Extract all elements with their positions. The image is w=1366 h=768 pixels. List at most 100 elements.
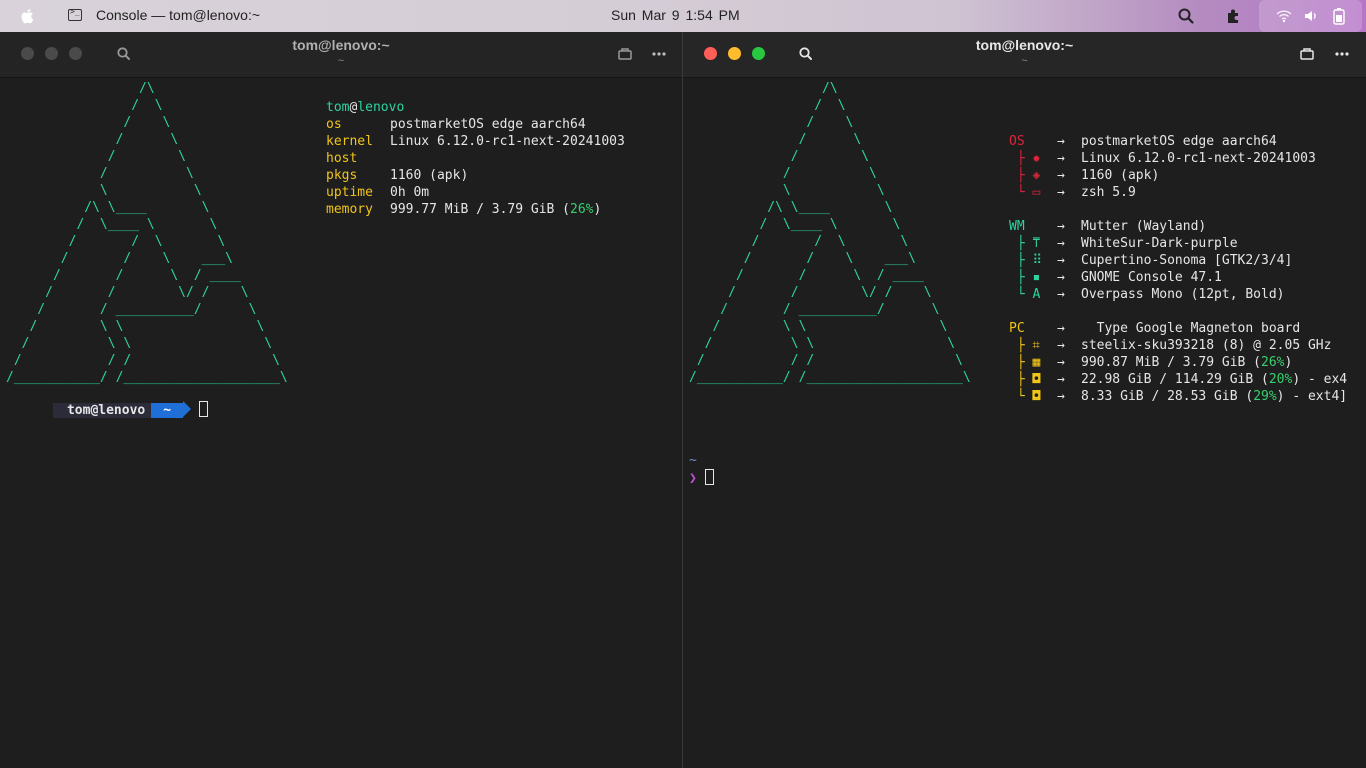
window-subtitle: ~ (337, 55, 345, 67)
fetch-row: ├ ⍑ → WhiteSur-Dark-purple (1009, 235, 1238, 252)
arrow-icon: → (1057, 389, 1065, 404)
arrow-icon: → (1057, 338, 1065, 353)
fetch-key: pkgs (326, 168, 358, 183)
fetch-tail: ) (1284, 355, 1293, 370)
clock[interactable]: Sun Mar 9 1:54 PM (611, 7, 740, 23)
fetch-row: ├ ▦ → 990.87 MiB / 3.79 GiB (26%) (1009, 354, 1293, 371)
fetch-row: └ ◘ → 8.33 GiB / 28.53 GiB (29%) - ext4] (1009, 388, 1347, 405)
fetch-row: ├ ◈ → 1160 (apk) (1009, 167, 1159, 184)
fetch-header: tom@lenovo (326, 100, 405, 115)
fetch-value: GNOME Console 47.1 (1081, 270, 1222, 285)
fetch-value: Mutter (Wayland) (1081, 219, 1207, 234)
row-icon: ◘ (1032, 389, 1041, 404)
fetch-row: kernel Linux 6.12.0-rc1-next-20241003 (326, 133, 625, 150)
fetch-value: Cupertino-Sonoma [GTK2/3/4] (1081, 253, 1293, 268)
section-label: PC (1009, 321, 1025, 336)
fetch-row: os postmarketOS edge aarch64 (326, 116, 586, 133)
new-tab-icon[interactable] (1299, 46, 1315, 62)
tree-branch-icon: ├ ⌗ (1009, 338, 1040, 353)
row-icon: ⠿ (1032, 253, 1043, 268)
prompt-path: ~ (689, 453, 697, 468)
menu-dots-icon[interactable] (1334, 46, 1350, 62)
prompt-user: tom@lenovo (52, 403, 152, 418)
row-icon: ◈ (1032, 168, 1041, 183)
cursor[interactable] (198, 401, 208, 417)
fetch-percent: 29% (1253, 389, 1277, 404)
fetch-key: memory (326, 202, 373, 217)
tree-branch-icon: └ ◘ (1009, 389, 1041, 404)
tree-branch-icon: ├ ◘ (1009, 372, 1041, 387)
window-header[interactable]: tom@lenovo:~ ~ (683, 32, 1366, 78)
apple-logo-icon[interactable] (20, 7, 36, 25)
arrow-icon: → (1057, 253, 1065, 268)
fetch-row: └ A → Overpass Mono (12pt, Bold) (1009, 286, 1285, 303)
menu-dots-icon[interactable] (651, 46, 667, 62)
system-tray[interactable] (1259, 0, 1362, 32)
row-icon: ✹ (1032, 151, 1041, 166)
battery-icon (1333, 8, 1345, 25)
arrow-icon: → (1057, 168, 1065, 183)
arrow-icon: → (1057, 236, 1065, 251)
fetch-value: 999.77 MiB / 3.79 GiB ( (390, 202, 571, 217)
window-header[interactable]: tom@lenovo:~ ~ (0, 32, 682, 78)
fetch-value: postmarketOS edge aarch64 (390, 117, 586, 132)
fetch-percent: 26% (1261, 355, 1285, 370)
fetch-value: 0h 0m (390, 185, 430, 200)
search-icon[interactable] (1177, 7, 1195, 25)
fetch-key: os (326, 117, 342, 132)
shell-prompt[interactable]: ❯ (689, 469, 714, 487)
tree-branch-icon: ├ ⠿ (1009, 253, 1043, 268)
left-console-window[interactable]: tom@lenovo:~ ~ /\ / \ / \ / \ / \ / \ \ … (0, 32, 682, 768)
fetch-row: ├ ⠿ → Cupertino-Sonoma [GTK2/3/4] (1009, 252, 1293, 269)
fetch-row: pkgs 1160 (apk) (326, 167, 468, 184)
row-icon: ◘ (1032, 372, 1041, 387)
window-title: tom@lenovo:~ (292, 37, 390, 53)
fetch-row: ├ ✹ → Linux 6.12.0-rc1-next-20241003 (1009, 150, 1316, 167)
fetch-row: └ ▭ → zsh 5.9 (1009, 184, 1136, 201)
fetch-key: host (326, 151, 358, 166)
fetch-value: postmarketOS edge aarch64 (1081, 134, 1277, 149)
row-icon: ▦ (1032, 355, 1041, 370)
fetch-value: Overpass Mono (12pt, Bold) (1081, 287, 1285, 302)
fetch-row: host (326, 150, 390, 167)
arrow-icon: → (1057, 151, 1065, 166)
terminal-output[interactable]: /\ / \ / \ / \ / \ / \ \ \ /\ \____ \ / … (683, 77, 1366, 768)
fetch-value: zsh 5.9 (1081, 185, 1136, 200)
arrow-icon: → (1057, 321, 1065, 336)
fetch-tail: ) (593, 202, 602, 217)
fetch-percent: 20% (1268, 372, 1293, 387)
tree-branch-icon: ├ ⍑ (1009, 236, 1041, 251)
fetch-value: 1160 (apk) (390, 168, 469, 183)
prompt-char: ❯ (689, 471, 697, 486)
fetch-row: ├ ⌗ → steelix-sku393218 (8) @ 2.05 GHz (1009, 337, 1332, 354)
fetch-tail: ) - ext4] (1276, 389, 1348, 404)
fetch-value: Linux 6.12.0-rc1-next-20241003 (1081, 151, 1316, 166)
window-title: tom@lenovo:~ (975, 37, 1074, 53)
tree-branch-icon: ├ ▦ (1009, 355, 1041, 370)
section-label: OS (1009, 134, 1025, 149)
fetch-key: uptime (326, 185, 373, 200)
arrow-icon: → (1057, 219, 1065, 234)
fetch-value: Linux 6.12.0-rc1-next-20241003 (390, 134, 625, 149)
fetch-value: WhiteSur-Dark-purple (1081, 236, 1238, 251)
right-console-window[interactable]: tom@lenovo:~ ~ /\ / \ / \ / \ / \ / \ \ … (683, 32, 1366, 768)
ascii-logo: /\ / \ / \ / \ / \ / \ \ \ /\ \____ \ / … (689, 81, 971, 385)
volume-icon (1305, 11, 1316, 21)
fetch-value: 1160 (apk) (1081, 168, 1160, 183)
fetch-row: uptime 0h 0m (326, 184, 429, 201)
extensions-puzzle-icon[interactable] (1225, 7, 1243, 25)
fetch-value: 8.33 GiB / 28.53 GiB ( (1081, 389, 1254, 404)
cursor[interactable] (704, 469, 714, 485)
terminal-output[interactable]: /\ / \ / \ / \ / \ / \ \ \ /\ \____ \ / … (0, 77, 682, 768)
new-tab-icon[interactable] (617, 46, 633, 62)
arrow-icon: → (1057, 355, 1065, 370)
fetch-tail: ) - ex4 (1292, 372, 1348, 387)
active-app-title[interactable]: Console — tom@lenovo:~ (96, 7, 260, 23)
arrow-icon: → (1057, 372, 1065, 387)
row-icon: ⌗ (1032, 338, 1040, 353)
tree-branch-icon: ├ ▪ (1009, 270, 1041, 285)
tree-branch-icon: └ ▭ (1009, 185, 1041, 200)
shell-prompt[interactable]: tom@lenovo ~ (6, 384, 208, 436)
row-icon: ▪ (1032, 270, 1041, 285)
row-icon: ⍑ (1032, 236, 1041, 251)
